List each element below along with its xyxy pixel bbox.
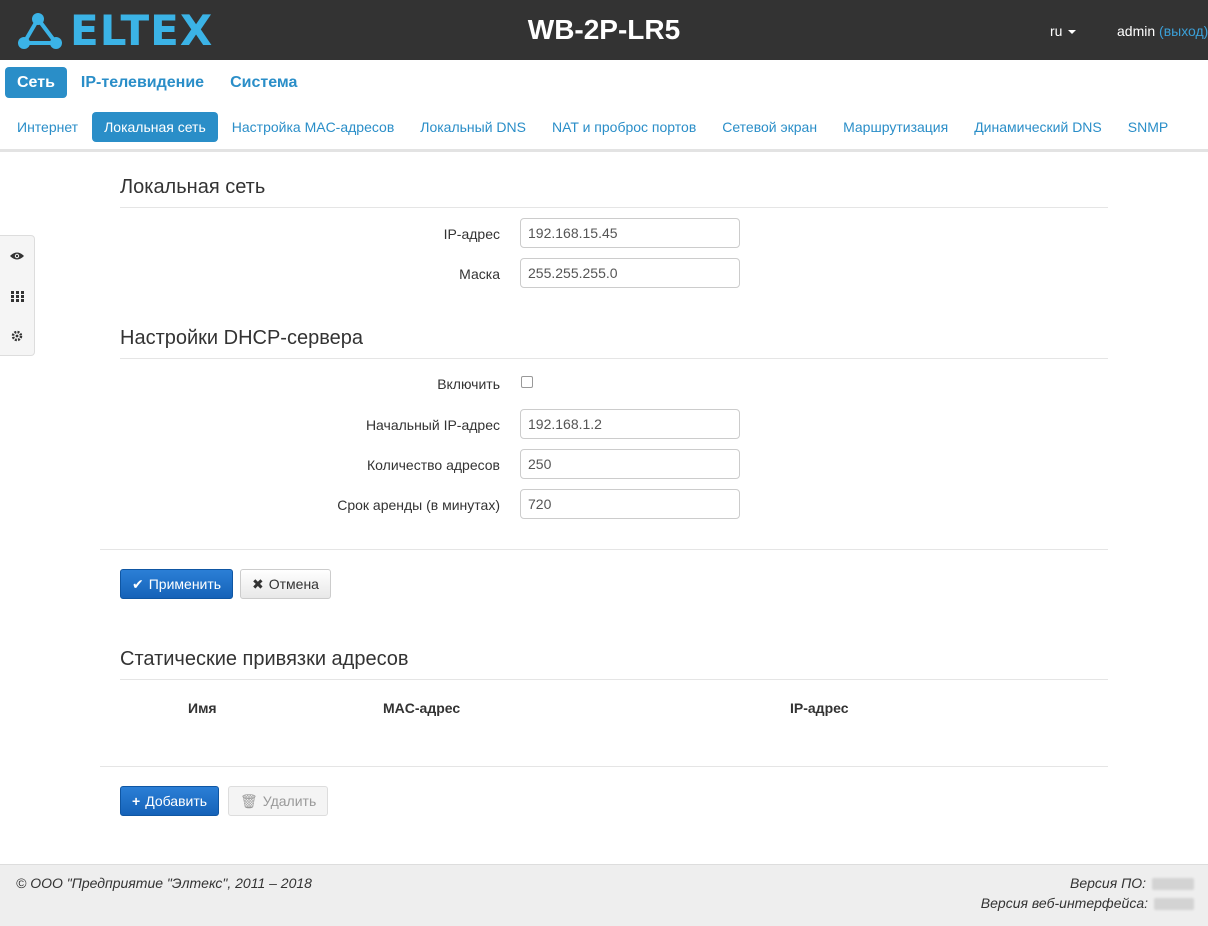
sub-tab-local-dns[interactable]: Локальный DNS — [408, 112, 538, 142]
close-icon: ✖ — [252, 575, 264, 592]
caret-down-icon — [1068, 30, 1077, 35]
apply-label: Применить — [148, 576, 222, 592]
mask-input[interactable] — [520, 258, 740, 288]
plus-icon: + — [132, 793, 141, 809]
nav-separator — [0, 149, 1208, 152]
copyright: © ООО "Предприятие "Элтекс", 2011 – 2018 — [16, 875, 312, 891]
main-tab-iptv[interactable]: IP-телевидение — [69, 67, 216, 98]
address-count-input[interactable] — [520, 449, 740, 479]
sub-tab-ddns[interactable]: Динамический DNS — [962, 112, 1114, 142]
dhcp-enable-checkbox[interactable] — [521, 376, 533, 388]
cancel-button[interactable]: ✖ Отмена — [240, 569, 331, 599]
lan-divider — [120, 207, 1108, 208]
side-toolbar — [0, 235, 35, 356]
trash-icon: 🗑 — [240, 792, 258, 809]
dhcp-divider — [120, 358, 1108, 359]
dhcp-enable-label: Включить — [437, 376, 500, 392]
language-dropdown[interactable]: ru — [1050, 23, 1077, 39]
table-bottom-divider — [100, 766, 1108, 767]
cancel-label: Отмена — [268, 576, 319, 592]
logout-link[interactable]: (выход) — [1159, 23, 1208, 39]
column-header-name: Имя — [188, 700, 217, 716]
main-nav: Сеть IP-телевидение Система — [5, 67, 311, 98]
eye-icon[interactable] — [0, 236, 34, 276]
sub-tab-lan[interactable]: Локальная сеть — [92, 112, 218, 142]
sub-tab-nat[interactable]: NAT и проброс портов — [540, 112, 708, 142]
add-label: Добавить — [145, 793, 208, 809]
apply-button[interactable]: ✔ Применить — [120, 569, 234, 599]
column-header-ip: IP-адрес — [790, 700, 849, 716]
address-count-label: Количество адресов — [367, 457, 500, 473]
ip-input[interactable] — [520, 218, 740, 248]
lease-time-label: Срок аренды (в минутах) — [337, 497, 500, 513]
top-header: ELTEX WB-2P-LR5 ru admin (выход) — [0, 0, 1208, 60]
add-button[interactable]: + Добавить — [120, 786, 220, 816]
sub-tab-firewall[interactable]: Сетевой экран — [710, 112, 829, 142]
firmware-version-redacted — [1152, 878, 1194, 891]
language-label: ru — [1050, 23, 1063, 39]
sub-tab-internet[interactable]: Интернет — [5, 112, 90, 142]
static-section-title: Статические привязки адресов — [120, 648, 409, 670]
firmware-version-label: Версия ПО: — [1070, 875, 1146, 891]
main-tab-network[interactable]: Сеть — [5, 67, 67, 98]
web-interface-version: Версия веб-интерфейса: — [981, 895, 1194, 911]
start-ip-input[interactable] — [520, 409, 740, 439]
ip-label: IP-адрес — [443, 226, 500, 242]
lease-time-input[interactable] — [520, 489, 740, 519]
sub-tab-mac[interactable]: Настройка MAC-адресов — [220, 112, 407, 142]
footer: © ООО "Предприятие "Элтекс", 2011 – 2018… — [0, 864, 1208, 926]
username: admin — [1117, 23, 1156, 39]
device-name: WB-2P-LR5 — [527, 14, 681, 45]
sub-nav: Интернет Локальная сеть Настройка MAC-ад… — [5, 112, 1182, 142]
delete-button: 🗑 Удалить — [228, 786, 329, 816]
firmware-version: Версия ПО: — [1070, 875, 1194, 891]
grid-icon[interactable] — [0, 276, 34, 316]
user-info: admin (выход) — [1117, 23, 1208, 39]
column-header-mac: MAC-адрес — [383, 700, 461, 716]
dhcp-section-title: Настройки DHCP-сервера — [120, 327, 363, 349]
static-divider — [120, 679, 1108, 680]
web-version-label: Версия веб-интерфейса: — [980, 895, 1148, 911]
delete-label: Удалить — [262, 793, 317, 809]
mask-label: Маска — [459, 266, 500, 282]
check-icon: ✔ — [132, 575, 144, 592]
form-actions-divider — [100, 549, 1108, 550]
web-version-redacted — [1154, 898, 1194, 911]
main-tab-system[interactable]: Система — [218, 67, 309, 98]
start-ip-label: Начальный IP-адрес — [365, 417, 500, 433]
gear-icon[interactable] — [0, 316, 34, 356]
sub-tab-routing[interactable]: Маршрутизация — [831, 112, 960, 142]
lan-section-title: Локальная сеть — [120, 176, 266, 198]
sub-tab-snmp[interactable]: SNMP — [1116, 112, 1180, 142]
